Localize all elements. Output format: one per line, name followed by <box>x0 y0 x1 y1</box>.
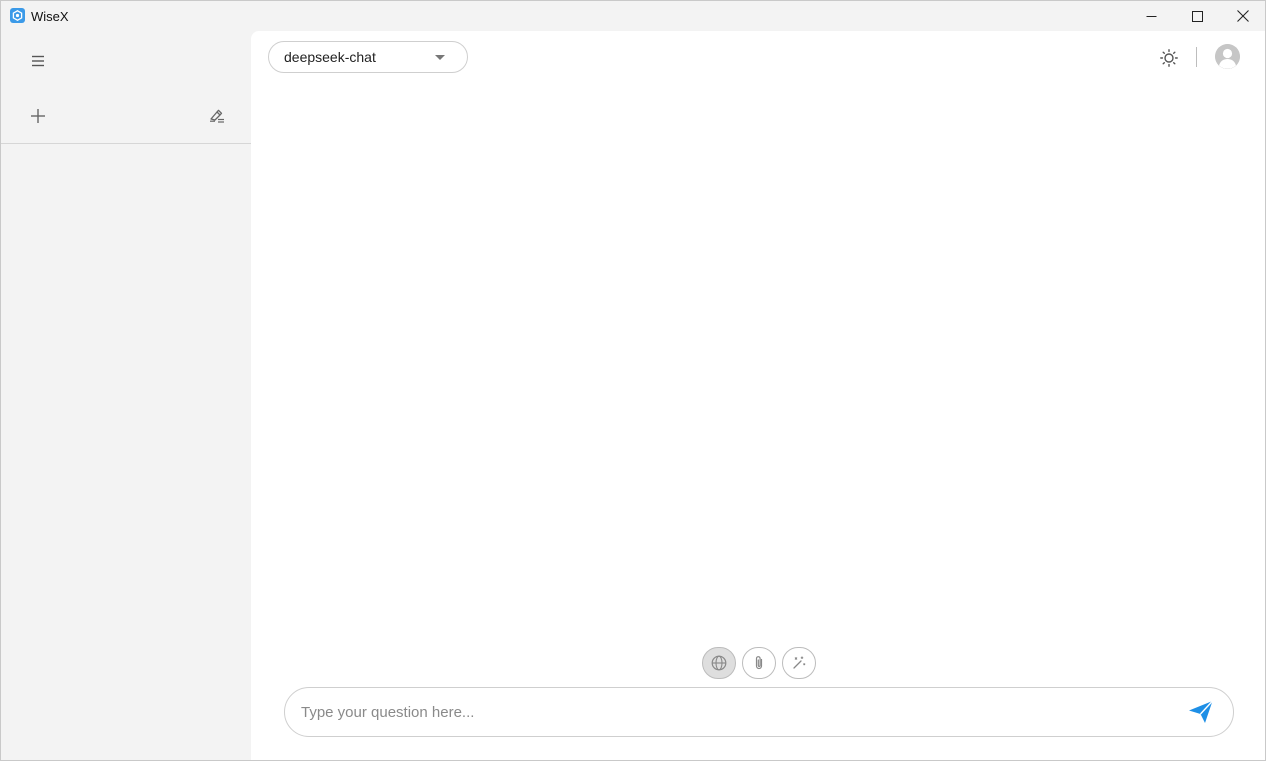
window-title: WiseX <box>31 9 69 24</box>
app-window: WiseX deepseek-chat Type your question h… <box>0 0 1266 761</box>
question-input[interactable] <box>301 688 1161 736</box>
sun-icon <box>1160 49 1178 67</box>
minimize-button[interactable] <box>1128 1 1174 31</box>
header-separator <box>1196 47 1197 67</box>
sidebar-divider <box>1 143 251 144</box>
web-search-toggle[interactable] <box>702 647 736 679</box>
question-input-container <box>284 687 1234 737</box>
chevron-down-icon <box>435 55 445 60</box>
paperclip-icon <box>755 656 763 670</box>
title-bar[interactable]: WiseX <box>1 1 1265 31</box>
model-selector-value: deepseek-chat <box>284 49 376 65</box>
minimize-icon <box>1146 15 1156 17</box>
menu-toggle-button[interactable] <box>25 48 51 74</box>
attach-file-button[interactable] <box>742 647 776 679</box>
theme-toggle-button[interactable] <box>1156 45 1182 71</box>
chat-main-area: deepseek-chat <box>251 31 1265 760</box>
magic-wand-icon <box>793 656 806 669</box>
globe-icon <box>711 655 727 671</box>
paper-plane-icon <box>1189 700 1214 723</box>
wisex-logo-icon <box>10 8 25 23</box>
prompt-enhance-button[interactable] <box>782 647 816 679</box>
maximize-button[interactable] <box>1174 1 1220 31</box>
close-icon <box>1237 10 1249 22</box>
sidebar <box>1 31 251 760</box>
maximize-icon <box>1191 10 1203 22</box>
hamburger-menu-icon <box>32 55 44 67</box>
eraser-icon <box>209 109 224 123</box>
clear-history-button[interactable] <box>203 103 229 129</box>
new-chat-button[interactable] <box>25 103 51 129</box>
model-selector[interactable]: deepseek-chat <box>268 41 468 73</box>
user-avatar-button[interactable] <box>1215 44 1240 69</box>
plus-icon <box>31 109 45 123</box>
user-avatar-icon <box>1215 44 1240 69</box>
send-button[interactable] <box>1185 697 1217 727</box>
close-button[interactable] <box>1220 1 1266 31</box>
